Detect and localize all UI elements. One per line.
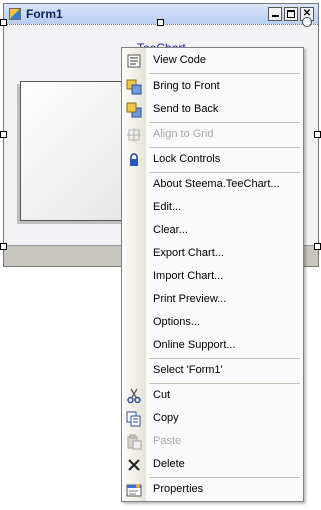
- resize-handle[interactable]: [314, 131, 321, 138]
- menu-item-label: Options...: [153, 316, 201, 328]
- menu-item-label: Cut: [153, 389, 171, 401]
- menu-item-online-support[interactable]: Online Support...: [122, 335, 303, 357]
- menu-item-copy[interactable]: Copy: [122, 408, 303, 430]
- menu-item-label: Print Preview...: [153, 293, 227, 305]
- minimize-icon: [272, 15, 279, 17]
- cut-icon: [126, 388, 142, 404]
- menu-item-label: About Steema.TeeChart...: [153, 178, 280, 190]
- chart-back-wall: [20, 81, 130, 221]
- send-to-back-icon: [126, 102, 142, 118]
- resize-handle[interactable]: [0, 243, 7, 250]
- minimize-button[interactable]: [268, 7, 282, 21]
- menu-separator: [149, 73, 300, 74]
- menu-item-import-chart[interactable]: Import Chart...: [122, 266, 303, 288]
- menu-item-select-form1[interactable]: Select 'Form1': [122, 360, 303, 382]
- align-to-grid-icon: [126, 127, 142, 143]
- menu-item-label: Send to Back: [153, 103, 219, 115]
- menu-separator: [149, 172, 300, 173]
- menu-item-cut[interactable]: Cut: [122, 385, 303, 407]
- menu-item-delete[interactable]: Delete: [122, 454, 303, 476]
- menu-item-lock-controls[interactable]: Lock Controls: [122, 149, 303, 171]
- smart-tag-icon[interactable]: [302, 17, 312, 27]
- menu-separator: [149, 358, 300, 359]
- menu-item-properties[interactable]: Properties: [122, 479, 303, 501]
- delete-icon: [126, 457, 142, 473]
- menu-item-label: Copy: [153, 412, 179, 424]
- window-title: Form1: [26, 7, 63, 21]
- menu-separator: [149, 477, 300, 478]
- resize-handle[interactable]: [0, 19, 7, 26]
- menu-item-label: Clear...: [153, 224, 188, 236]
- context-menu: View Code Bring to Front Send to Back Al…: [121, 47, 304, 502]
- menu-item-label: Bring to Front: [153, 80, 220, 92]
- menu-item-print-preview[interactable]: Print Preview...: [122, 289, 303, 311]
- menu-item-options[interactable]: Options...: [122, 312, 303, 334]
- menu-item-view-code[interactable]: View Code: [122, 50, 303, 72]
- menu-item-label: Select 'Form1': [153, 364, 223, 376]
- bring-to-front-icon: [126, 79, 142, 95]
- app-icon: [9, 8, 21, 20]
- view-code-icon: [126, 53, 142, 69]
- menu-item-send-to-back[interactable]: Send to Back: [122, 99, 303, 121]
- menu-item-label: Online Support...: [153, 339, 236, 351]
- maximize-button[interactable]: [284, 7, 298, 21]
- menu-item-label: Align to Grid: [153, 128, 214, 140]
- menu-item-label: Edit...: [153, 201, 182, 213]
- resize-handle[interactable]: [0, 131, 7, 138]
- menu-separator: [149, 122, 300, 123]
- paste-icon: [126, 434, 142, 450]
- menu-item-export-chart[interactable]: Export Chart...: [122, 243, 303, 265]
- menu-item-label: Delete: [153, 458, 185, 470]
- menu-separator: [149, 147, 300, 148]
- menu-item-about[interactable]: About Steema.TeeChart...: [122, 174, 303, 196]
- menu-item-label: Export Chart...: [153, 247, 224, 259]
- menu-item-label: Paste: [153, 435, 182, 447]
- lock-icon: [126, 152, 142, 168]
- maximize-icon: [287, 10, 295, 18]
- resize-handle[interactable]: [157, 19, 164, 26]
- menu-item-label: Lock Controls: [153, 153, 221, 165]
- menu-item-align-to-grid[interactable]: Align to Grid: [122, 124, 303, 146]
- menu-item-label: View Code: [153, 54, 206, 66]
- menu-item-label: Properties: [153, 483, 204, 495]
- menu-item-clear[interactable]: Clear...: [122, 220, 303, 242]
- menu-item-edit[interactable]: Edit...: [122, 197, 303, 219]
- copy-icon: [126, 411, 142, 427]
- menu-separator: [149, 383, 300, 384]
- properties-icon: [126, 482, 142, 498]
- resize-handle[interactable]: [314, 243, 321, 250]
- menu-item-bring-to-front[interactable]: Bring to Front: [122, 76, 303, 98]
- menu-item-paste[interactable]: Paste: [122, 431, 303, 453]
- menu-item-label: Import Chart...: [153, 270, 224, 282]
